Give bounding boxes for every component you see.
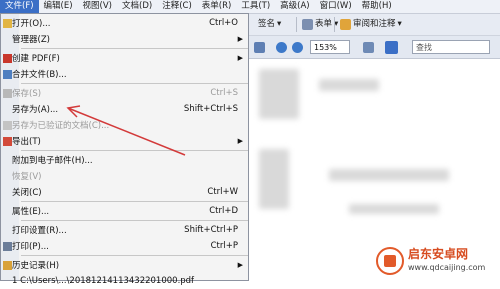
watermark: 启东安卓网 www.qdcaijing.com [372,241,500,281]
watermark-name: 启东安卓网 [408,247,469,261]
annotation-arrow [66,105,186,156]
watermark-url: www.qdcaijing.com [408,263,486,272]
